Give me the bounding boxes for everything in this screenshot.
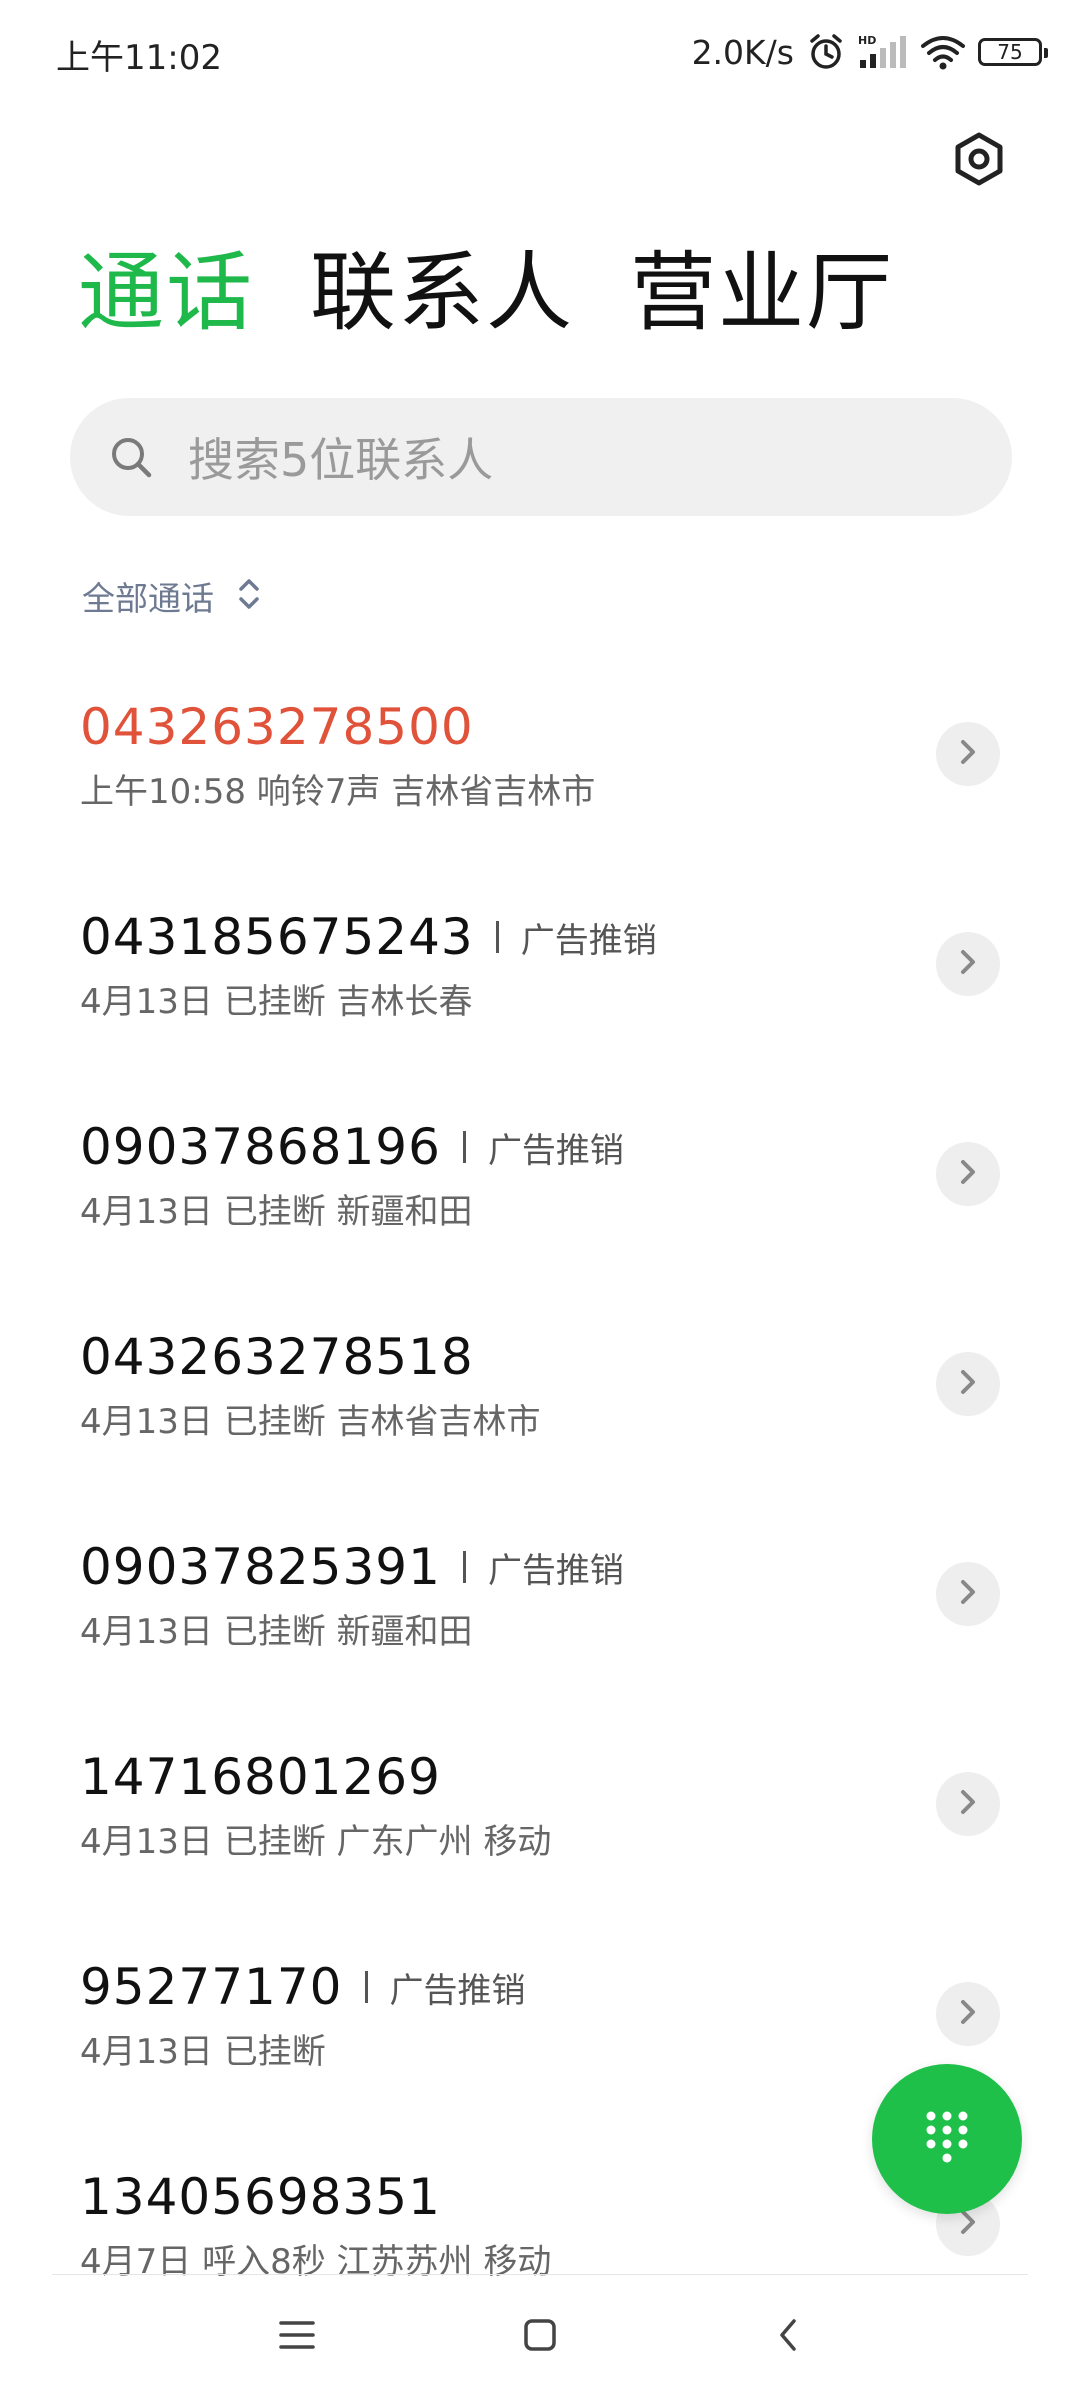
- call-log-item[interactable]: 14716801269 4月13日 已挂断 广东广州 移动: [0, 1718, 1080, 1928]
- search-input[interactable]: 搜索5位联系人: [70, 398, 1012, 516]
- status-bar: 上午11:02 2.0K/s HD 75: [0, 0, 1080, 105]
- wifi-icon: [920, 32, 966, 72]
- chevron-right-icon: [956, 1156, 980, 1192]
- call-detail: 4月13日 已挂断 新疆和田: [80, 1192, 473, 1232]
- tab-bar: 通话 联系人 营业厅: [78, 250, 894, 336]
- call-log-item[interactable]: 09037868196 广告推销 4月13日 已挂断 新疆和田: [0, 1088, 1080, 1298]
- tag-divider: [364, 1971, 368, 2003]
- call-number: 13405698351: [80, 2168, 441, 2226]
- call-tag: 广告推销: [389, 1970, 526, 2011]
- menu-button[interactable]: [267, 2307, 327, 2367]
- tag-divider: [462, 1551, 466, 1583]
- search-placeholder: 搜索5位联系人: [188, 433, 494, 487]
- call-number: 95277170: [80, 1958, 343, 2016]
- dialpad-icon: [921, 2106, 973, 2172]
- chevron-right-icon: [956, 946, 980, 982]
- call-number-row: 043263278518: [80, 1328, 474, 1386]
- call-number-row: 95277170 广告推销: [80, 1958, 526, 2016]
- call-tag: 广告推销: [520, 920, 657, 961]
- chevron-right-icon: [956, 1996, 980, 2032]
- call-log-item[interactable]: 043263278518 4月13日 已挂断 吉林省吉林市: [0, 1298, 1080, 1508]
- call-detail: 4月13日 已挂断 吉林省吉林市: [80, 1402, 541, 1442]
- menu-icon: [277, 2318, 317, 2356]
- call-filter-dropdown[interactable]: 全部通话: [82, 572, 262, 620]
- chevron-right-icon: [956, 736, 980, 772]
- back-button[interactable]: [758, 2307, 818, 2367]
- dialpad-button[interactable]: [872, 2064, 1022, 2214]
- status-icons: 2.0K/s HD 75: [691, 28, 1048, 76]
- call-detail: 4月13日 已挂断: [80, 2032, 326, 2072]
- call-number-row: 09037825391 广告推销: [80, 1538, 624, 1596]
- network-speed: 2.0K/s: [691, 32, 794, 72]
- call-number-row: 043185675243 广告推销: [80, 908, 657, 966]
- call-tag: 广告推销: [487, 1130, 624, 1171]
- cellular-signal-icon: HD: [858, 32, 908, 72]
- call-detail: 4月13日 已挂断 新疆和田: [80, 1612, 473, 1652]
- gear-icon: [951, 131, 1007, 191]
- call-detail: 4月13日 已挂断 广东广州 移动: [80, 1822, 552, 1862]
- tag-divider: [462, 1131, 466, 1163]
- status-time: 上午11:02: [56, 38, 222, 78]
- call-detail-button[interactable]: [936, 1352, 1000, 1416]
- tab-calls[interactable]: 通话: [78, 250, 254, 336]
- call-number-row: 14716801269: [80, 1748, 441, 1806]
- call-detail-button[interactable]: [936, 1772, 1000, 1836]
- home-button[interactable]: [510, 2307, 570, 2367]
- call-number: 09037868196: [80, 1118, 441, 1176]
- call-number-row: 13405698351: [80, 2168, 441, 2226]
- settings-button[interactable]: [948, 130, 1010, 192]
- call-log-item[interactable]: 043185675243 广告推销 4月13日 已挂断 吉林长春: [0, 878, 1080, 1088]
- call-number: 043263278518: [80, 1328, 474, 1386]
- call-tag: 广告推销: [487, 1550, 624, 1591]
- svg-text:HD: HD: [858, 34, 876, 47]
- call-filter-label: 全部通话: [82, 579, 214, 618]
- call-number: 14716801269: [80, 1748, 441, 1806]
- call-detail-button[interactable]: [936, 1562, 1000, 1626]
- call-detail: 上午10:58 响铃7声 吉林省吉林市: [80, 772, 596, 812]
- call-detail-button[interactable]: [936, 1142, 1000, 1206]
- call-detail: 4月13日 已挂断 吉林长春: [80, 982, 473, 1022]
- call-number-row: 09037868196 广告推销: [80, 1118, 624, 1176]
- chevron-right-icon: [956, 1366, 980, 1402]
- call-log-item[interactable]: 043263278500 上午10:58 响铃7声 吉林省吉林市: [0, 668, 1080, 878]
- call-log-item[interactable]: 09037825391 广告推销 4月13日 已挂断 新疆和田: [0, 1508, 1080, 1718]
- chevron-right-icon: [956, 1786, 980, 1822]
- back-icon: [773, 2315, 803, 2359]
- call-detail-button[interactable]: [936, 722, 1000, 786]
- tab-contacts[interactable]: 联系人: [310, 250, 574, 336]
- battery-level: 75: [997, 40, 1023, 64]
- home-icon: [522, 2317, 558, 2357]
- call-number: 043263278500: [80, 698, 474, 756]
- call-detail-button[interactable]: [936, 932, 1000, 996]
- call-number: 09037825391: [80, 1538, 441, 1596]
- call-number-row: 043263278500: [80, 698, 474, 756]
- chevron-up-down-icon: [236, 576, 262, 616]
- chevron-right-icon: [956, 1576, 980, 1612]
- search-icon: [108, 434, 154, 480]
- tag-divider: [495, 921, 499, 953]
- alarm-icon: [806, 32, 846, 72]
- call-number: 043185675243: [80, 908, 474, 966]
- call-detail-button[interactable]: [936, 1982, 1000, 2046]
- system-nav-bar: [0, 2275, 1080, 2400]
- battery-icon: 75: [978, 38, 1048, 66]
- tab-service-hall[interactable]: 营业厅: [630, 250, 894, 336]
